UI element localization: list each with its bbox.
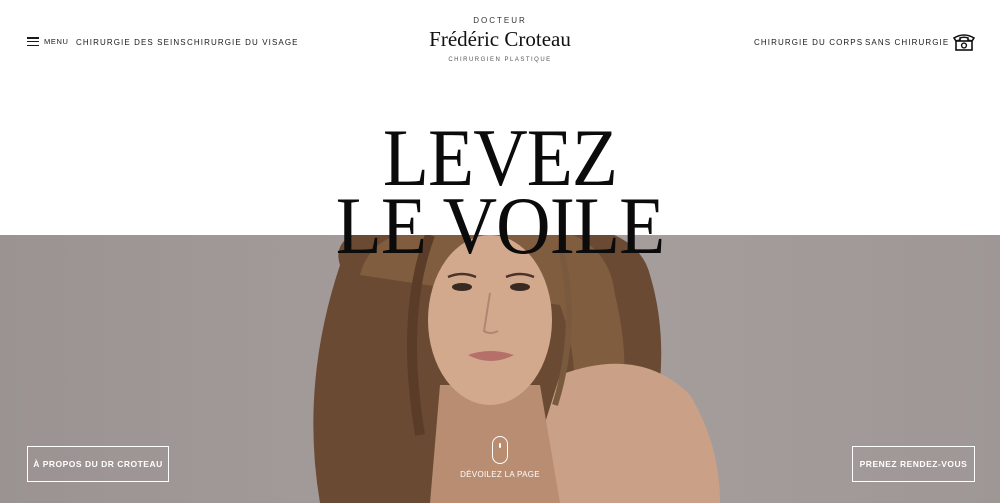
headline-line-2: LE VOILE	[335, 180, 665, 271]
top-navigation: MENU CHIRURGIE DES SEINS CHIRURGIE DU VI…	[0, 0, 1000, 90]
brand-subtitle: CHIRURGIEN PLASTIQUE	[448, 57, 552, 63]
nav-link-sans-chirurgie[interactable]: SANS CHIRURGIE	[865, 38, 949, 47]
scroll-down-cue[interactable]: DÉVOILEZ LA PAGE	[452, 436, 548, 479]
brand-top-label: DOCTEUR	[473, 16, 527, 25]
appointment-button[interactable]: PRENEZ RENDEZ-VOUS	[852, 446, 975, 482]
hero-headline: LEVEZ LE VOILE	[0, 117, 1000, 271]
mouse-scroll-icon	[492, 436, 508, 464]
about-doctor-button[interactable]: À PROPOS DU DR CROTEAU	[27, 446, 169, 482]
nav-link-chirurgie-corps[interactable]: CHIRURGIE DU CORPS	[754, 38, 863, 47]
telephone-icon[interactable]	[952, 33, 976, 51]
scroll-label: DÉVOILEZ LA PAGE	[460, 470, 540, 479]
